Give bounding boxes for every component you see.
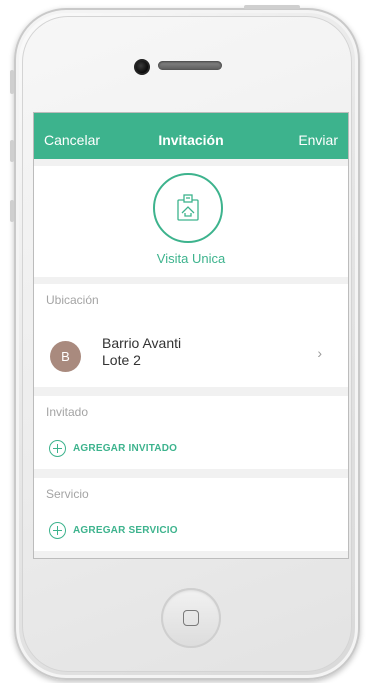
send-button[interactable]: Enviar: [298, 132, 338, 148]
add-circle-icon: [49, 522, 66, 539]
add-guest-label: AGREGAR INVITADO: [73, 443, 178, 454]
volume-up-button: [10, 140, 14, 162]
earpiece-speaker: [158, 61, 222, 70]
mute-switch: [10, 70, 14, 94]
add-service-label: AGREGAR SERVICIO: [73, 525, 178, 536]
visit-type-button[interactable]: [153, 173, 223, 243]
location-name: Barrio Avanti: [102, 335, 182, 351]
volume-down-button: [10, 200, 14, 222]
service-section-label: Servicio: [46, 487, 89, 501]
location-section: Ubicación: [34, 284, 348, 317]
guest-section: Invitado AGREGAR INVITADO: [34, 396, 348, 469]
add-circle-icon: [49, 440, 66, 457]
visit-type-card[interactable]: Visita Unica: [34, 166, 348, 277]
section-divider: [34, 469, 348, 478]
home-button[interactable]: [161, 588, 221, 648]
section-divider: [34, 387, 348, 396]
app-screen: Cancelar Invitación Enviar Visita Unica …: [34, 113, 348, 558]
guest-section-label: Invitado: [46, 405, 89, 419]
add-service-button[interactable]: AGREGAR SERVICIO: [34, 511, 348, 551]
visit-type-label: Visita Unica: [156, 251, 226, 266]
chevron-right-icon: ›: [317, 345, 322, 361]
front-camera: [134, 59, 150, 75]
location-section-label: Ubicación: [46, 293, 99, 307]
power-button: [244, 5, 300, 9]
avatar: B: [50, 341, 81, 372]
location-row[interactable]: B Barrio Avanti Lote 2 ›: [34, 317, 348, 387]
add-guest-button[interactable]: AGREGAR INVITADO: [34, 429, 348, 469]
calendar-icon: [177, 194, 199, 221]
service-section: Servicio AGREGAR SERVICIO: [34, 478, 348, 551]
location-lot: Lote 2: [102, 352, 141, 368]
nav-bar: Cancelar Invitación Enviar: [34, 113, 348, 159]
home-square-icon: [183, 610, 199, 626]
